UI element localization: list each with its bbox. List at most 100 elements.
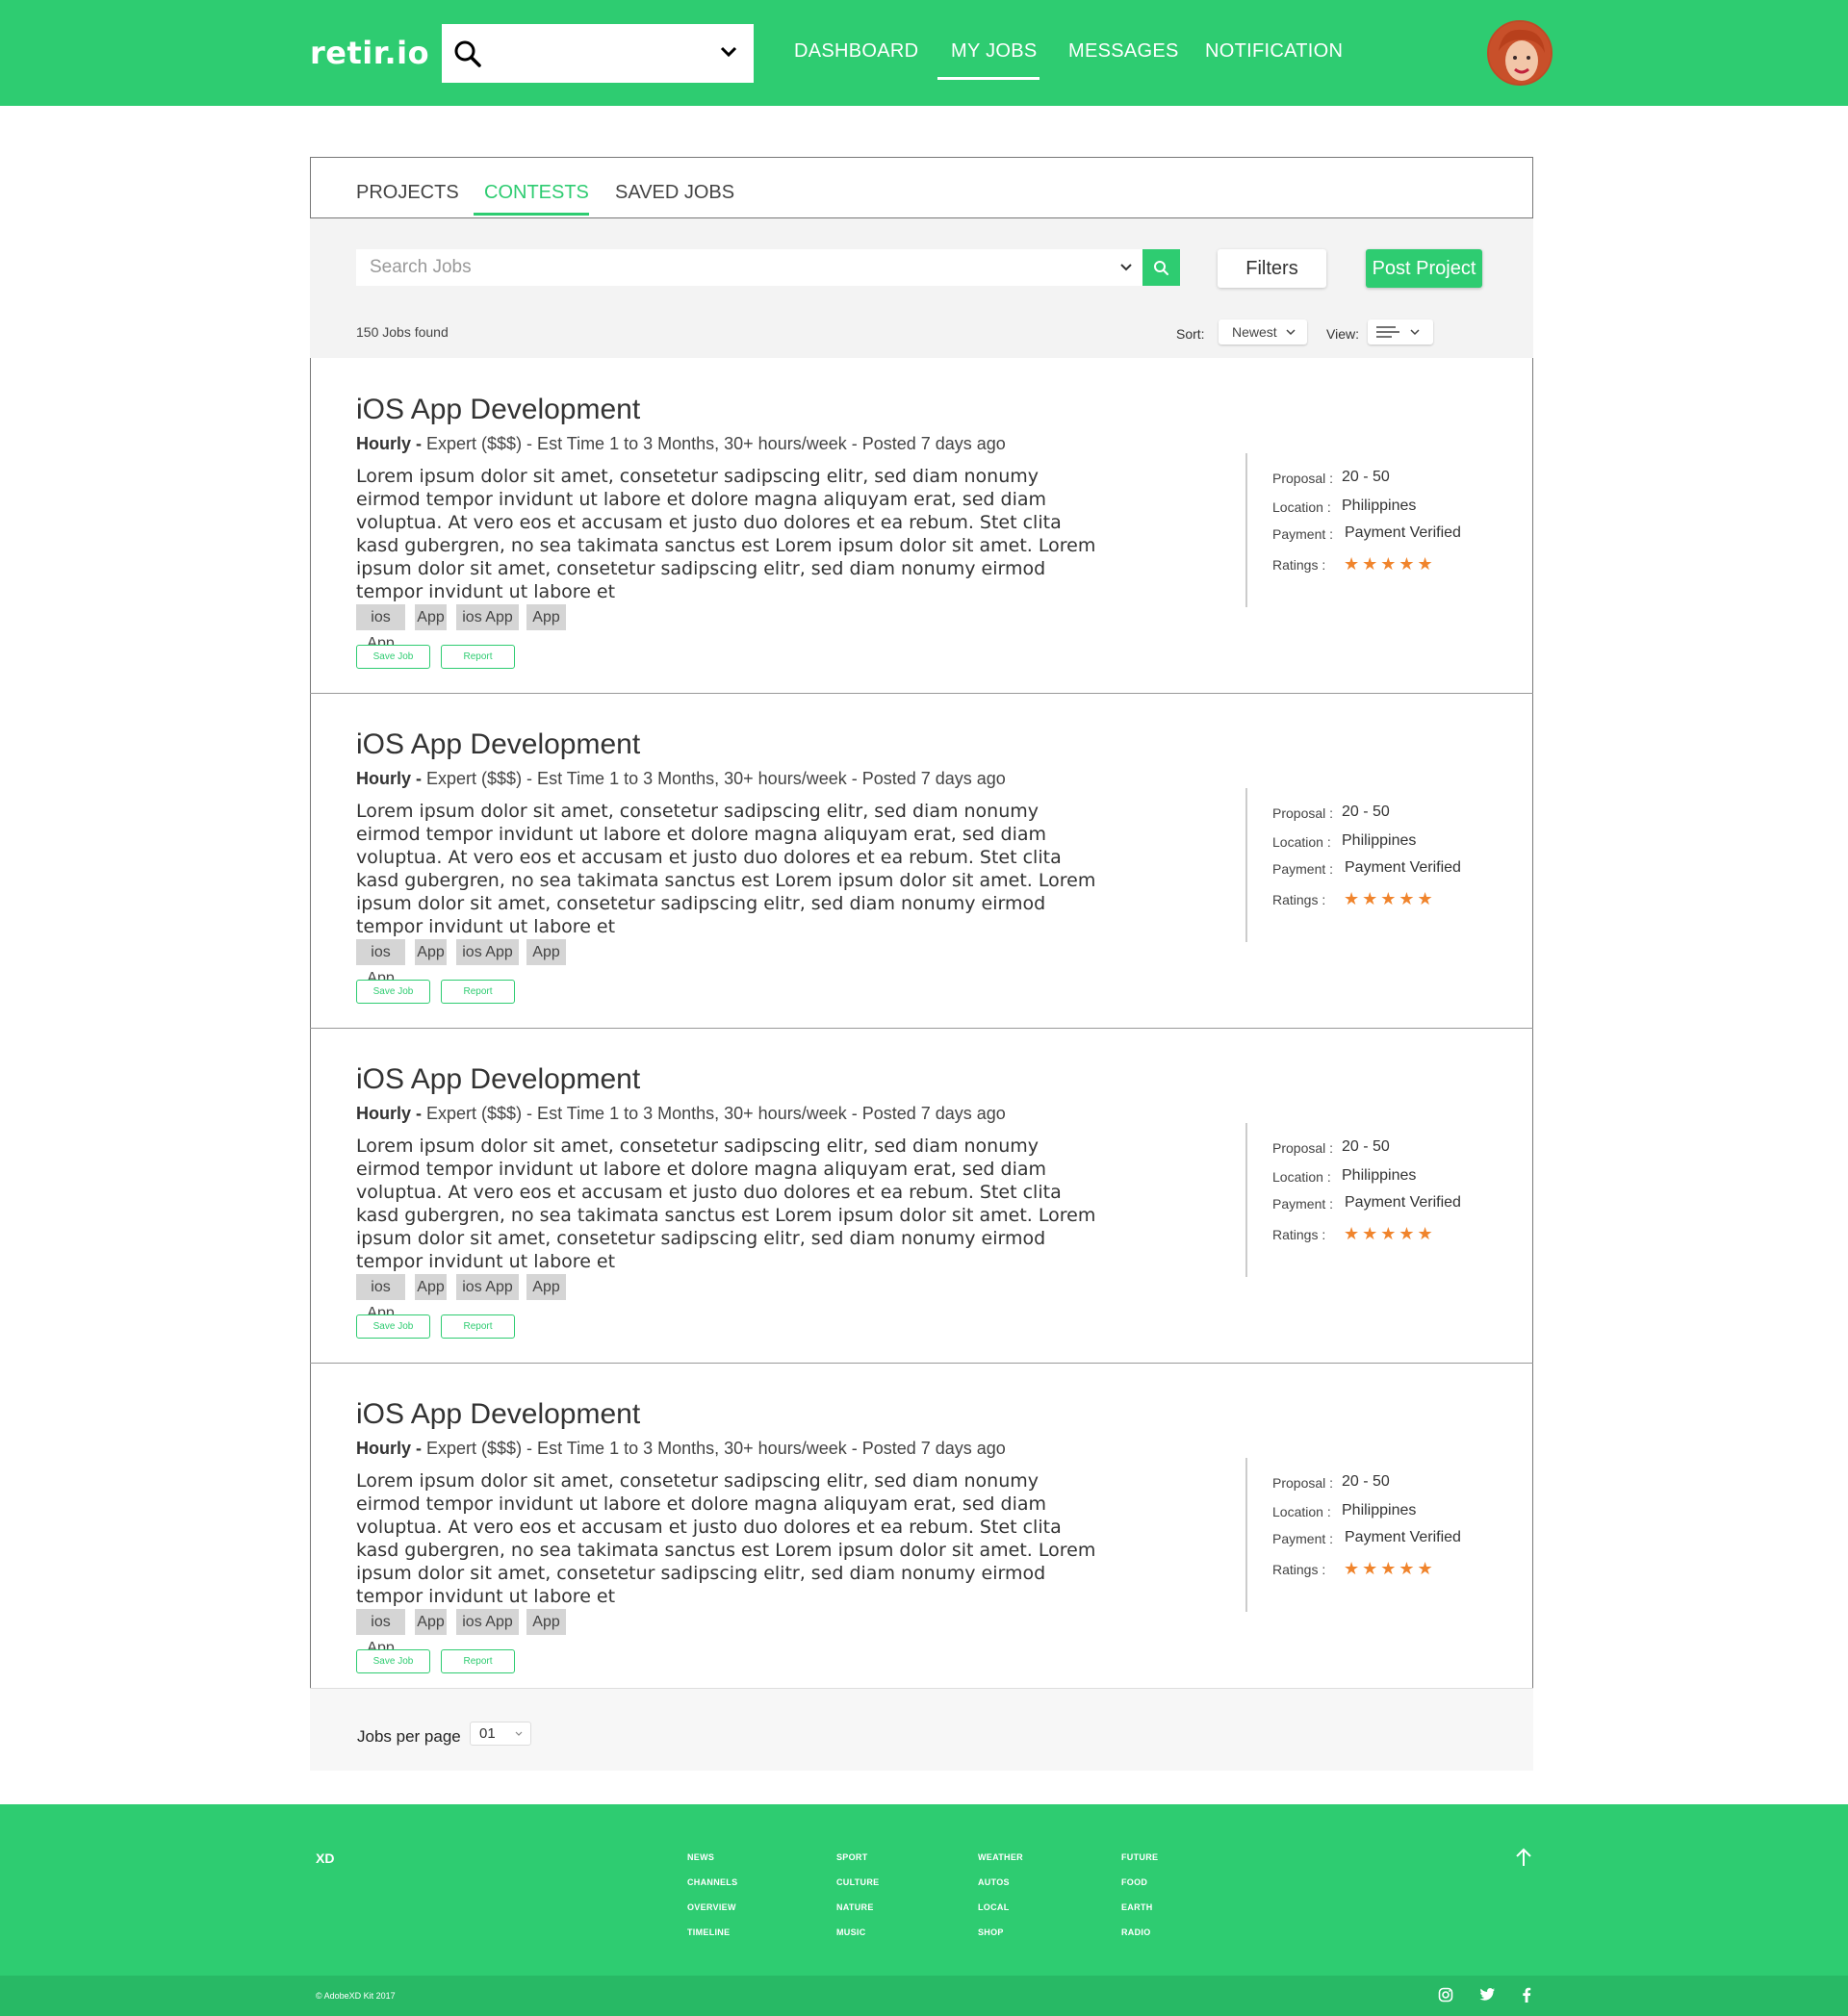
payment-row: Payment : Payment Verified [1272, 524, 1461, 542]
save-job-button[interactable]: Save Job [356, 645, 430, 669]
footer-link[interactable]: CHANNELS [687, 1877, 737, 1887]
chevron-down-icon[interactable] [719, 45, 738, 59]
view-select[interactable] [1368, 319, 1433, 345]
logo[interactable]: retir.io [310, 35, 429, 71]
footer-link[interactable]: FUTURE [1121, 1852, 1158, 1862]
tag[interactable]: ios App [356, 1274, 405, 1321]
tag[interactable]: App [526, 604, 566, 630]
footer-link[interactable]: EARTH [1121, 1902, 1153, 1912]
rating-stars: ★★★★★ [1344, 889, 1436, 908]
footer-logo[interactable]: XD [316, 1850, 334, 1866]
tag[interactable]: ios App [356, 604, 405, 651]
location-row: Location : Philippines [1272, 1167, 1416, 1185]
chevron-down-icon[interactable] [1119, 263, 1133, 272]
report-button[interactable]: Report [441, 980, 515, 1004]
footer-link[interactable]: SHOP [978, 1927, 1004, 1937]
footer-link[interactable]: NEWS [687, 1852, 714, 1862]
location-label: Location : [1272, 834, 1331, 850]
job-search-input[interactable] [370, 255, 1082, 280]
tag[interactable]: App [526, 1274, 566, 1300]
nav-messages[interactable]: MESSAGES [1068, 40, 1179, 63]
nav-dashboard[interactable]: DASHBOARD [794, 40, 918, 63]
job-title[interactable]: iOS App Development [356, 1063, 640, 1096]
tab-projects[interactable]: PROJECTS [356, 182, 459, 204]
job-meta: Hourly - Expert ($$$) - Est Time 1 to 3 … [356, 1439, 1006, 1459]
proposal-value: 20 - 50 [1342, 1473, 1390, 1490]
tag[interactable]: App [415, 1609, 447, 1635]
proposal-label: Proposal : [1272, 1140, 1334, 1156]
footer-link[interactable]: CULTURE [836, 1877, 879, 1887]
payment-label: Payment : [1272, 1196, 1334, 1212]
ratings-label: Ratings : [1272, 1562, 1326, 1577]
job-meta: Hourly - Expert ($$$) - Est Time 1 to 3 … [356, 434, 1006, 454]
facebook-icon[interactable] [1522, 1987, 1531, 2003]
search-icon [454, 40, 481, 67]
payment-value: Payment Verified [1345, 1194, 1461, 1211]
subfooter: © AdobeXD Kit 2017 [0, 1976, 1848, 2016]
nav-notification[interactable]: NOTIFICATION [1205, 40, 1343, 63]
proposal-label: Proposal : [1272, 1475, 1334, 1491]
global-search-input[interactable] [442, 24, 754, 83]
footer-link[interactable]: SPORT [836, 1852, 868, 1862]
footer-link[interactable]: MUSIC [836, 1927, 866, 1937]
view-label: View: [1326, 326, 1359, 342]
job-type: Hourly - [356, 1439, 423, 1458]
tag[interactable]: ios App [456, 939, 519, 965]
instagram-icon[interactable] [1438, 1987, 1453, 2003]
nav-my-jobs[interactable]: MY JOBS [951, 40, 1038, 63]
jobs-per-page-select[interactable]: 01 [470, 1722, 531, 1746]
job-title[interactable]: iOS App Development [356, 728, 640, 761]
footer-link[interactable]: WEATHER [978, 1852, 1023, 1862]
post-project-button[interactable]: Post Project [1366, 249, 1482, 288]
tag[interactable]: App [415, 939, 447, 965]
job-type: Hourly - [356, 1104, 423, 1123]
tag[interactable]: ios App [456, 604, 519, 630]
job-description: Lorem ipsum dolor sit amet, consetetur s… [356, 466, 1096, 602]
proposal-value: 20 - 50 [1342, 804, 1390, 820]
report-button[interactable]: Report [441, 1649, 515, 1673]
save-job-button[interactable]: Save Job [356, 980, 430, 1004]
sort-select[interactable]: Newest [1219, 319, 1307, 345]
payment-value: Payment Verified [1345, 1529, 1461, 1545]
job-title[interactable]: iOS App Development [356, 394, 640, 426]
footer-link[interactable]: LOCAL [978, 1902, 1010, 1912]
tag[interactable]: ios App [456, 1274, 519, 1300]
footer-link[interactable]: FOOD [1121, 1877, 1147, 1887]
avatar[interactable] [1487, 20, 1553, 86]
footer-link[interactable]: AUTOS [978, 1877, 1010, 1887]
twitter-icon[interactable] [1479, 1987, 1496, 2002]
tag[interactable]: ios App [356, 1609, 405, 1656]
chevron-down-icon [1286, 329, 1296, 336]
job-meta: Hourly - Expert ($$$) - Est Time 1 to 3 … [356, 769, 1006, 789]
job-search-field[interactable] [356, 249, 1142, 286]
report-button[interactable]: Report [441, 1314, 515, 1339]
job-title[interactable]: iOS App Development [356, 1398, 640, 1431]
payment-value: Payment Verified [1345, 859, 1461, 876]
payment-label: Payment : [1272, 1531, 1334, 1546]
report-button[interactable]: Report [441, 645, 515, 669]
tag[interactable]: ios App [456, 1609, 519, 1635]
tag[interactable]: App [415, 1274, 447, 1300]
footer-link[interactable]: TIMELINE [687, 1927, 730, 1937]
tab-contests[interactable]: CONTESTS [484, 182, 589, 204]
tag[interactable]: App [415, 604, 447, 630]
proposal-row: Proposal : 20 - 50 [1272, 1138, 1390, 1156]
tag[interactable]: App [526, 1609, 566, 1635]
footer-link[interactable]: NATURE [836, 1902, 874, 1912]
tag[interactable]: App [526, 939, 566, 965]
save-job-button[interactable]: Save Job [356, 1649, 430, 1673]
job-card: iOS App Development Hourly - Expert ($$$… [310, 1364, 1533, 1698]
footer-link[interactable]: RADIO [1121, 1927, 1151, 1937]
filters-button[interactable]: Filters [1218, 249, 1326, 288]
arrow-up-icon[interactable] [1513, 1847, 1534, 1868]
footer: XD NEWS CHANNELS OVERVIEW TIMELINE SPORT… [0, 1804, 1848, 1976]
tag[interactable]: ios App [356, 939, 405, 986]
tab-saved-jobs[interactable]: SAVED JOBS [615, 182, 734, 204]
footer-link[interactable]: OVERVIEW [687, 1902, 736, 1912]
job-meta-text: Expert ($$$) - Est Time 1 to 3 Months, 3… [422, 1104, 1006, 1123]
job-meta-text: Expert ($$$) - Est Time 1 to 3 Months, 3… [422, 1439, 1006, 1458]
ratings-label: Ratings : [1272, 892, 1326, 907]
search-button[interactable] [1142, 249, 1180, 286]
save-job-button[interactable]: Save Job [356, 1314, 430, 1339]
job-details-sidebar: Proposal :20 - 50 Location : Philippines … [1245, 1458, 1486, 1612]
